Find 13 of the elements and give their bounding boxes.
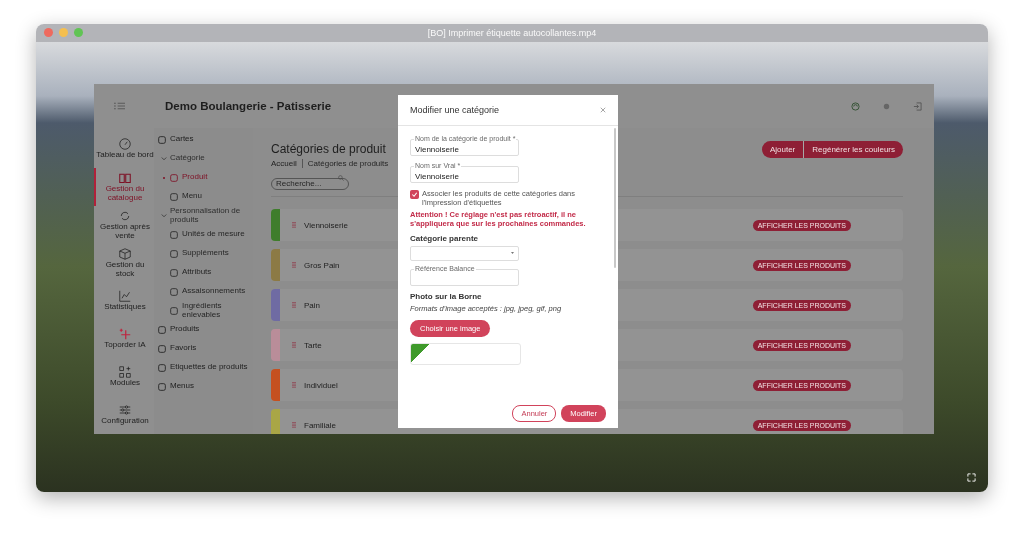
dialog-title: Modifier une catégorie (410, 105, 500, 115)
window-title: [BO] Imprimer étiquette autocollantes.mp4 (427, 28, 597, 38)
breadcrumb-current: Catégories de produits (307, 159, 389, 168)
section-heading: Photo sur la Borne (410, 291, 483, 301)
page-title: Catégories de produit (271, 142, 387, 156)
category-name: Viennoiserie (304, 220, 348, 230)
app-title: Demo Boulangerie - Patisserie (165, 100, 332, 112)
category-name: Tarte (304, 340, 322, 350)
category-name: Individuel (304, 380, 338, 390)
category-name: Pain (304, 300, 320, 310)
category-name: Gros Pain (304, 260, 340, 270)
section-heading: Catégorie parente (410, 233, 480, 243)
category-name: Familiale (304, 420, 336, 430)
